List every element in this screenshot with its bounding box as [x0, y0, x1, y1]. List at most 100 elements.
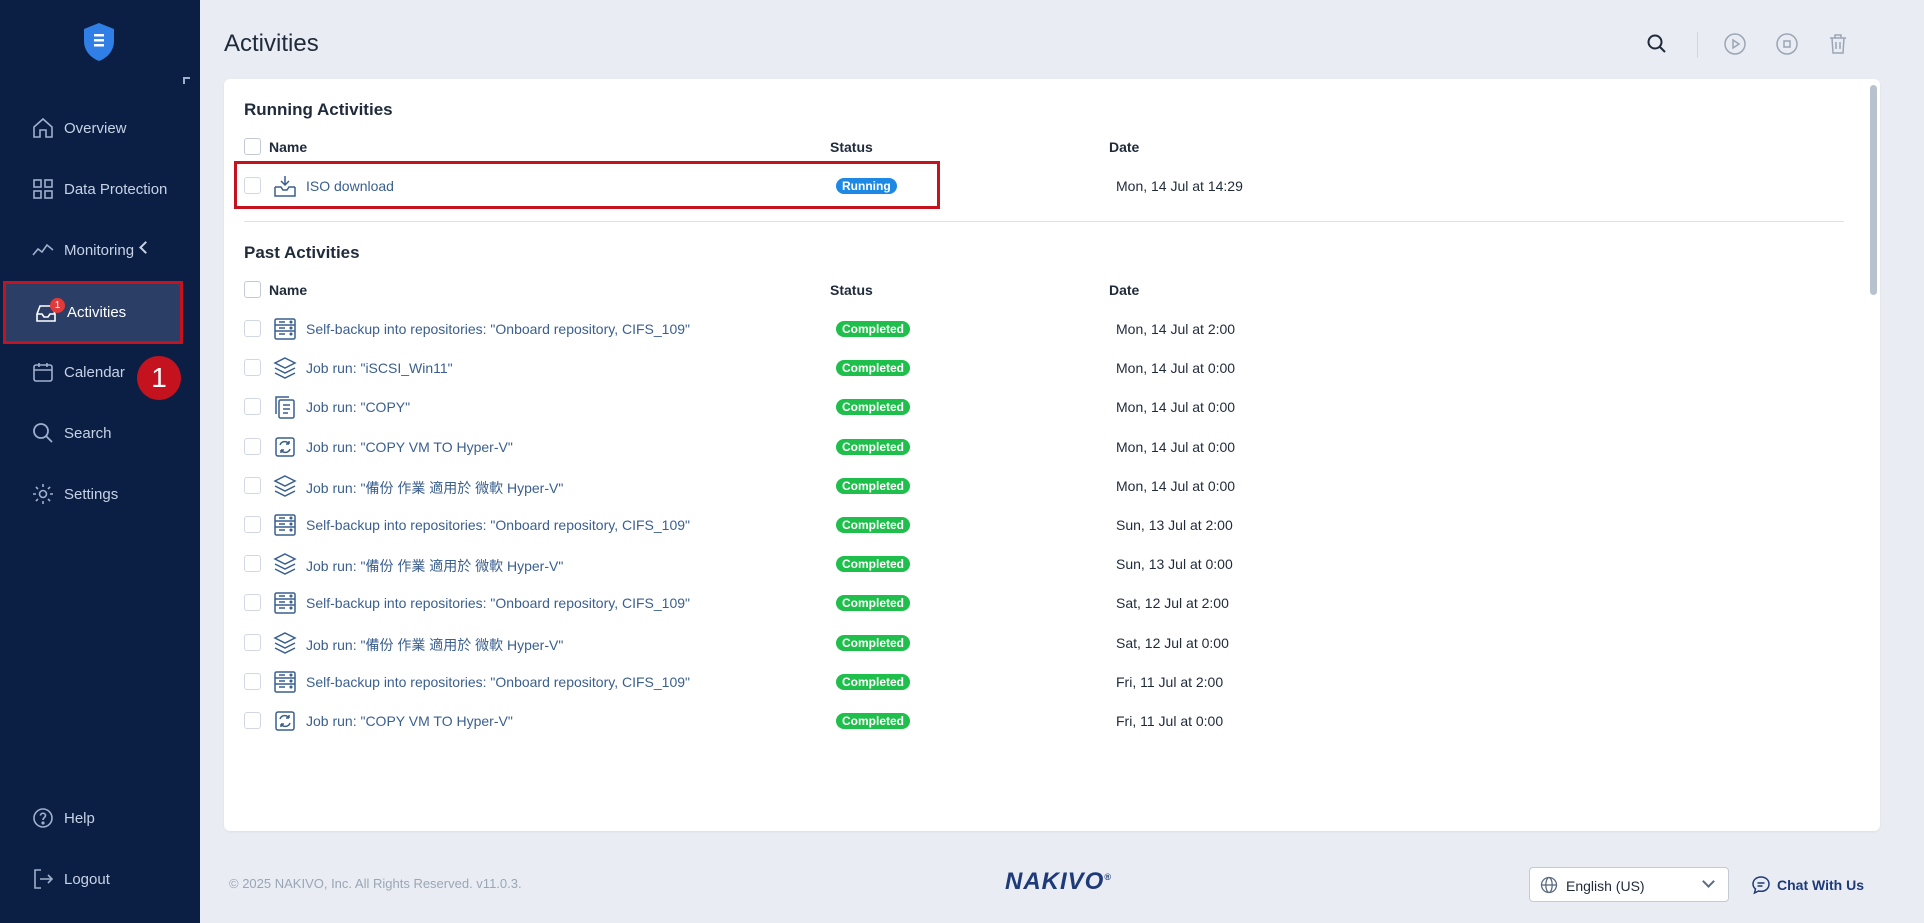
activity-name-link[interactable]: Self-backup into repositories: "Onboard … — [306, 674, 690, 690]
brand-wordmark: NAKIVO — [1005, 868, 1105, 895]
activity-date: Mon, 14 Jul at 14:29 — [1116, 178, 1243, 194]
row-checkbox[interactable] — [244, 633, 261, 651]
activity-name-link[interactable]: Job run: "COPY" — [306, 399, 410, 415]
status-badge: Completed — [836, 634, 911, 651]
select-all-checkbox[interactable] — [244, 281, 261, 298]
repository-icon — [272, 590, 298, 616]
sidebar-item-search[interactable]: Search — [0, 403, 200, 463]
language-select[interactable]: English (US) — [1529, 867, 1729, 902]
activity-name-link[interactable]: Self-backup into repositories: "Onboard … — [306, 517, 690, 533]
sidebar-item-activities[interactable]: 1 Activities — [3, 281, 183, 344]
activity-date: Mon, 14 Jul at 0:00 — [1116, 360, 1236, 377]
backup-job-icon — [272, 551, 298, 577]
sidebar-item-settings[interactable]: Settings — [0, 464, 200, 524]
sidebar-item-label: Calendar — [64, 363, 125, 381]
trash-icon — [1830, 34, 1846, 54]
run-button[interactable] — [1721, 30, 1749, 58]
activity-name-link[interactable]: Job run: "備份 作業 適用於 微軟 Hyper-V" — [306, 478, 563, 498]
play-icon — [1724, 33, 1746, 55]
table-row[interactable]: Job run: "備份 作業 適用於 微軟 Hyper-V" Completed… — [224, 544, 1844, 584]
table-row[interactable]: Job run: "備份 作業 適用於 微軟 Hyper-V" Completed… — [224, 623, 1844, 663]
collapse-sidebar-icon[interactable] — [183, 77, 190, 84]
table-row[interactable]: Job run: "iSCSI_Win11" Completed Mon, 14 J… — [224, 348, 1844, 388]
activity-name-link[interactable]: Job run: "iSCSI_Win11" — [306, 360, 453, 376]
activity-name-link[interactable]: Self-backup into repositories: "Onboard … — [306, 321, 690, 337]
chat-with-us-button[interactable]: Chat With Us — [1751, 875, 1864, 895]
sidebar-item-data-protection[interactable]: Data Protection — [0, 159, 200, 219]
shield-logo-icon[interactable] — [82, 22, 116, 62]
chat-label: Chat With Us — [1777, 877, 1864, 893]
activity-name-link[interactable]: Job run: "COPY VM TO Hyper-V" — [306, 439, 513, 455]
table-row[interactable]: Self-backup into repositories: "Onboard … — [224, 583, 1844, 623]
sidebar-item-label: Help — [64, 809, 95, 827]
replication-job-icon — [272, 434, 298, 460]
status-badge: Completed — [836, 673, 911, 690]
page-title: Activities — [224, 30, 319, 57]
activity-name-link[interactable]: Job run: "備份 作業 適用於 微軟 Hyper-V" — [306, 556, 563, 576]
sidebar-item-label: Data Protection — [64, 180, 168, 198]
sidebar-item-label: Monitoring — [64, 241, 135, 259]
stop-button[interactable] — [1773, 30, 1801, 58]
table-row[interactable]: Self-backup into repositories: "Onboard … — [224, 662, 1844, 702]
activity-name-link[interactable]: Self-backup into repositories: "Onboard … — [306, 595, 690, 611]
status-badge: Completed — [836, 360, 911, 377]
activity-date: Sun, 13 Jul at 2:00 — [1116, 517, 1233, 533]
table-row[interactable]: Job run: "COPY VM TO Hyper-V" Completed Fr… — [224, 701, 1844, 741]
row-checkbox[interactable] — [244, 555, 261, 573]
table-row[interactable]: Job run: "備份 作業 適用於 微軟 Hyper-V" Completed… — [224, 466, 1844, 506]
copyright-text: © 2025 NAKIVO, Inc. All Rights Reserved.… — [229, 876, 522, 891]
help-icon — [31, 806, 55, 830]
toolbar-divider — [1697, 32, 1698, 58]
delete-button[interactable] — [1824, 30, 1852, 58]
row-checkbox[interactable] — [244, 320, 261, 337]
sidebar-item-help[interactable]: Help — [0, 788, 200, 848]
chat-icon — [1752, 876, 1770, 895]
search-button[interactable] — [1643, 30, 1671, 58]
sidebar-item-label: Settings — [64, 485, 119, 503]
status-badge: Completed — [836, 438, 911, 455]
row-checkbox[interactable] — [244, 359, 261, 377]
activity-name-link[interactable]: Job run: "COPY VM TO Hyper-V" — [306, 713, 513, 729]
column-header-name: Name — [269, 282, 308, 298]
sidebar-item-logout[interactable]: Logout — [0, 849, 200, 909]
scrollbar[interactable] — [1870, 85, 1877, 295]
activity-name-link[interactable]: Job run: "備份 作業 適用於 微軟 Hyper-V" — [306, 635, 563, 655]
row-checkbox[interactable] — [244, 437, 261, 455]
repository-icon — [272, 512, 298, 538]
stop-icon — [1776, 33, 1798, 55]
sidebar-item-label: Search — [64, 424, 112, 442]
table-row[interactable]: Self-backup into repositories: "Onboard … — [224, 505, 1844, 545]
column-header-name: Name — [269, 139, 308, 155]
activity-date: Sun, 13 Jul at 0:00 — [1116, 556, 1233, 573]
row-checkbox[interactable] — [244, 516, 261, 533]
activity-date: Sat, 12 Jul at 0:00 — [1116, 634, 1229, 651]
sidebar-item-monitoring[interactable]: Monitoring — [0, 220, 200, 280]
column-header-date: Date — [1109, 139, 1140, 155]
table-row[interactable]: Job run: "COPY" Completed Mon, 14 Jul at 0… — [224, 387, 1844, 427]
row-checkbox[interactable] — [244, 398, 261, 416]
sidebar-item-overview[interactable]: Overview — [0, 98, 200, 158]
highlight-frame — [234, 161, 940, 209]
table-row[interactable]: Self-backup into repositories: "Onboard … — [224, 309, 1844, 349]
language-value: English (US) — [1566, 878, 1645, 894]
backup-job-icon — [272, 355, 298, 381]
sidebar-item-label: Overview — [64, 119, 127, 137]
sidebar: Overview Data Protection Monitoring 1 Ac… — [0, 0, 200, 923]
table-row[interactable]: Job run: "COPY VM TO Hyper-V" Completed Mo… — [224, 427, 1844, 467]
activities-count-badge: 1 — [50, 298, 65, 313]
backup-job-icon — [272, 630, 298, 656]
backup-job-icon — [272, 473, 298, 499]
chevron-down-icon — [1702, 875, 1715, 888]
row-checkbox[interactable] — [244, 594, 261, 612]
column-header-date: Date — [1109, 282, 1140, 298]
row-checkbox[interactable] — [244, 712, 261, 729]
running-table-header: Name Status Date — [224, 138, 1624, 158]
running-activities-title: Running Activities — [244, 100, 393, 119]
activity-date: Fri, 11 Jul at 0:00 — [1116, 713, 1224, 729]
activity-date: Mon, 14 Jul at 0:00 — [1116, 399, 1236, 416]
row-checkbox[interactable] — [244, 672, 261, 690]
row-checkbox[interactable] — [244, 476, 261, 494]
status-badge: Completed — [836, 517, 911, 533]
select-all-checkbox[interactable] — [244, 138, 261, 155]
nakivo-logo: NAKIVO® — [1005, 868, 1112, 896]
